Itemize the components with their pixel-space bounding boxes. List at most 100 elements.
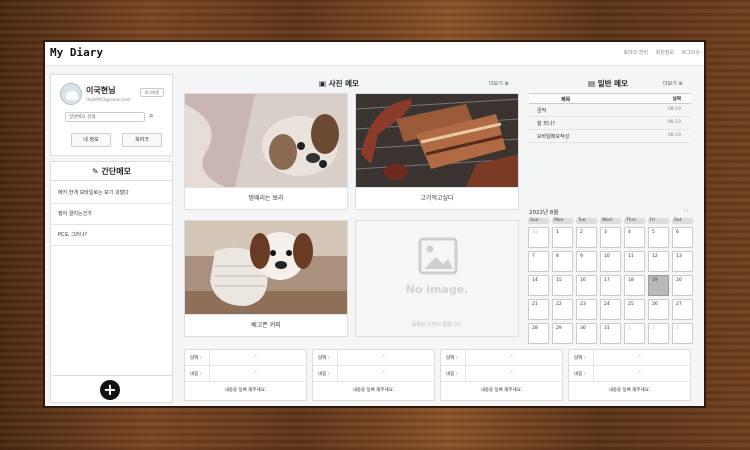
date-row[interactable]: 날짜 : - bbox=[569, 350, 690, 366]
photo-card-empty[interactable]: No image. 등록된 사진이 없습니다. bbox=[355, 220, 519, 337]
calendar-day[interactable]: 20 bbox=[672, 275, 693, 296]
calendar-day[interactable]: 18 bbox=[624, 275, 645, 296]
date-label: 날짜 : bbox=[318, 356, 330, 361]
calendar-icon: ▤ bbox=[588, 79, 596, 88]
calendar-day[interactable]: 31 bbox=[528, 227, 549, 248]
dog-photo bbox=[185, 221, 347, 314]
calendar-day[interactable]: 3 bbox=[672, 323, 693, 344]
profile-panel: 이국현님 theheft03@naver.com 로그아웃 일반메모 검색 ⌕ … bbox=[50, 74, 173, 156]
normal-more-link[interactable]: 더보기 ⊕ bbox=[663, 80, 683, 87]
calendar-day[interactable]: 25 bbox=[624, 299, 645, 320]
calendar-day[interactable]: 14 bbox=[528, 275, 549, 296]
calendar-day[interactable]: 3 bbox=[600, 227, 621, 248]
date-row[interactable]: 날짜 : - bbox=[185, 350, 306, 366]
photo-card[interactable]: 멍때리는 보리 bbox=[184, 93, 348, 210]
add-memo-button[interactable]: + bbox=[100, 380, 120, 400]
calendar-day[interactable]: 8 bbox=[552, 251, 573, 272]
app-logo[interactable]: My Diary bbox=[50, 46, 103, 59]
avatar bbox=[60, 83, 82, 105]
divider bbox=[51, 375, 172, 376]
divider bbox=[593, 350, 594, 365]
date-value: - bbox=[255, 354, 257, 359]
table-row[interactable]: 모바일메모작성 08-19 bbox=[529, 130, 691, 143]
register-prompt: 내용을 등록 해주세요. bbox=[608, 388, 651, 393]
memo-input-card[interactable]: 날짜 : - 내용 : - 내용을 등록 해주세요. bbox=[312, 349, 435, 401]
calendar-day[interactable]: 11 bbox=[624, 251, 645, 272]
no-image-text: No image. bbox=[405, 283, 469, 296]
dog-photo bbox=[185, 94, 347, 187]
weekday-label: Sun bbox=[528, 218, 549, 224]
calendar-day[interactable]: 26 bbox=[648, 299, 669, 320]
memo-input-card[interactable]: 날짜 : - 내용 : - 내용을 등록 해주세요. bbox=[568, 349, 691, 401]
calendar-day[interactable]: 13 bbox=[672, 251, 693, 272]
calendar-day[interactable]: 29 bbox=[552, 323, 573, 344]
calendar-day[interactable]: 9 bbox=[576, 251, 597, 272]
row-title: 모바일메모작성 bbox=[537, 134, 570, 140]
calendar-day[interactable]: 23 bbox=[576, 299, 597, 320]
calendar-day[interactable]: 4 bbox=[624, 227, 645, 248]
photo-card[interactable]: 배고픈 커피 bbox=[184, 220, 348, 337]
no-photo-message: 등록된 사진이 없습니다. bbox=[411, 322, 463, 328]
content-label: 내용 : bbox=[446, 372, 458, 377]
content-row[interactable]: 내용 : - bbox=[313, 366, 434, 382]
pencil-icon: ✎ bbox=[92, 167, 99, 176]
search-icon[interactable]: ⌕ bbox=[149, 111, 153, 121]
content-label: 내용 : bbox=[318, 372, 330, 377]
photo-caption: 고기먹고싶다 bbox=[356, 187, 518, 209]
photo-card[interactable]: 고기먹고싶다 bbox=[355, 93, 519, 210]
calendar-nav[interactable]: ‹ › bbox=[683, 208, 689, 214]
calendar-day[interactable]: 22 bbox=[552, 299, 573, 320]
quick-memo-item[interactable]: PC도 그러나? bbox=[51, 225, 172, 246]
memo-search-input[interactable]: 일반메모 검색 bbox=[65, 112, 145, 122]
date-value: - bbox=[639, 354, 641, 359]
column-date: 날짜 bbox=[672, 97, 681, 102]
photo-more-link[interactable]: 더보기 ⊕ bbox=[489, 80, 509, 87]
content-row[interactable]: 내용 : - bbox=[441, 366, 562, 382]
calendar-day[interactable]: 21 bbox=[528, 299, 549, 320]
table-row[interactable]: 잘 되나? 08-19 bbox=[529, 117, 691, 130]
calendar-day[interactable]: 17 bbox=[600, 275, 621, 296]
calendar-day[interactable]: 15 bbox=[552, 275, 573, 296]
calendar-day[interactable]: 24 bbox=[600, 299, 621, 320]
member-info-link[interactable]: 회원정보 bbox=[656, 50, 674, 56]
quick-memo-item[interactable]: 행어 결리는건가 bbox=[51, 204, 172, 225]
image-icon: ▣ bbox=[319, 79, 327, 88]
calendar-day[interactable]: 16 bbox=[576, 275, 597, 296]
quick-memo-header: ✎ 간단메모 bbox=[51, 162, 172, 181]
calendar-day[interactable]: 19 bbox=[648, 275, 669, 296]
bookmark-button[interactable]: 북마크 bbox=[122, 133, 162, 147]
logout-button[interactable]: 로그아웃 bbox=[140, 88, 164, 97]
content-row[interactable]: 내용 : - bbox=[569, 366, 690, 382]
logout-link[interactable]: 로그아웃 bbox=[682, 50, 700, 56]
memo-input-card[interactable]: 날짜 : - 내용 : - 내용을 등록 해주세요. bbox=[184, 349, 307, 401]
calendar-day[interactable]: 1 bbox=[552, 227, 573, 248]
content-row[interactable]: 내용 : - bbox=[185, 366, 306, 382]
date-value: - bbox=[383, 354, 385, 359]
profile-name: 이국현님 bbox=[86, 86, 116, 95]
profile-email: theheft03@naver.com bbox=[86, 97, 131, 102]
calendar-day[interactable]: 27 bbox=[672, 299, 693, 320]
calendar-day[interactable]: 1 bbox=[624, 323, 645, 344]
calendar-day[interactable]: 10 bbox=[600, 251, 621, 272]
top-links: 북마크 관리 회원정보 로그아웃 bbox=[617, 49, 700, 56]
bookmark-manage-link[interactable]: 북마크 관리 bbox=[623, 50, 648, 56]
calendar-day[interactable]: 5 bbox=[648, 227, 669, 248]
table-row[interactable]: 곰적 08-19 bbox=[529, 104, 691, 117]
date-row[interactable]: 날짜 : - bbox=[313, 350, 434, 366]
calendar-day[interactable]: 7 bbox=[528, 251, 549, 272]
calendar-day[interactable]: 30 bbox=[576, 323, 597, 344]
calendar-day[interactable]: 6 bbox=[672, 227, 693, 248]
calendar-day[interactable]: 31 bbox=[600, 323, 621, 344]
calendar-day[interactable]: 12 bbox=[648, 251, 669, 272]
date-row[interactable]: 날짜 : - bbox=[441, 350, 562, 366]
calendar-day[interactable]: 2 bbox=[576, 227, 597, 248]
calendar-day[interactable]: 28 bbox=[528, 323, 549, 344]
weekday-label: Sat bbox=[672, 218, 693, 224]
calendar-day[interactable]: 2 bbox=[648, 323, 669, 344]
column-title: 제목 bbox=[561, 97, 571, 103]
memo-input-card[interactable]: 날짜 : - 내용 : - 내용을 등록 해주세요. bbox=[440, 349, 563, 401]
divider bbox=[337, 366, 338, 381]
my-info-button[interactable]: 내 정보 bbox=[71, 133, 111, 147]
quick-memo-item[interactable]: 에키 한개 모바일로는 보기 괴철다 bbox=[51, 183, 172, 204]
app-screen: My Diary 북마크 관리 회원정보 로그아웃 이국현님 theheft03… bbox=[45, 42, 704, 406]
